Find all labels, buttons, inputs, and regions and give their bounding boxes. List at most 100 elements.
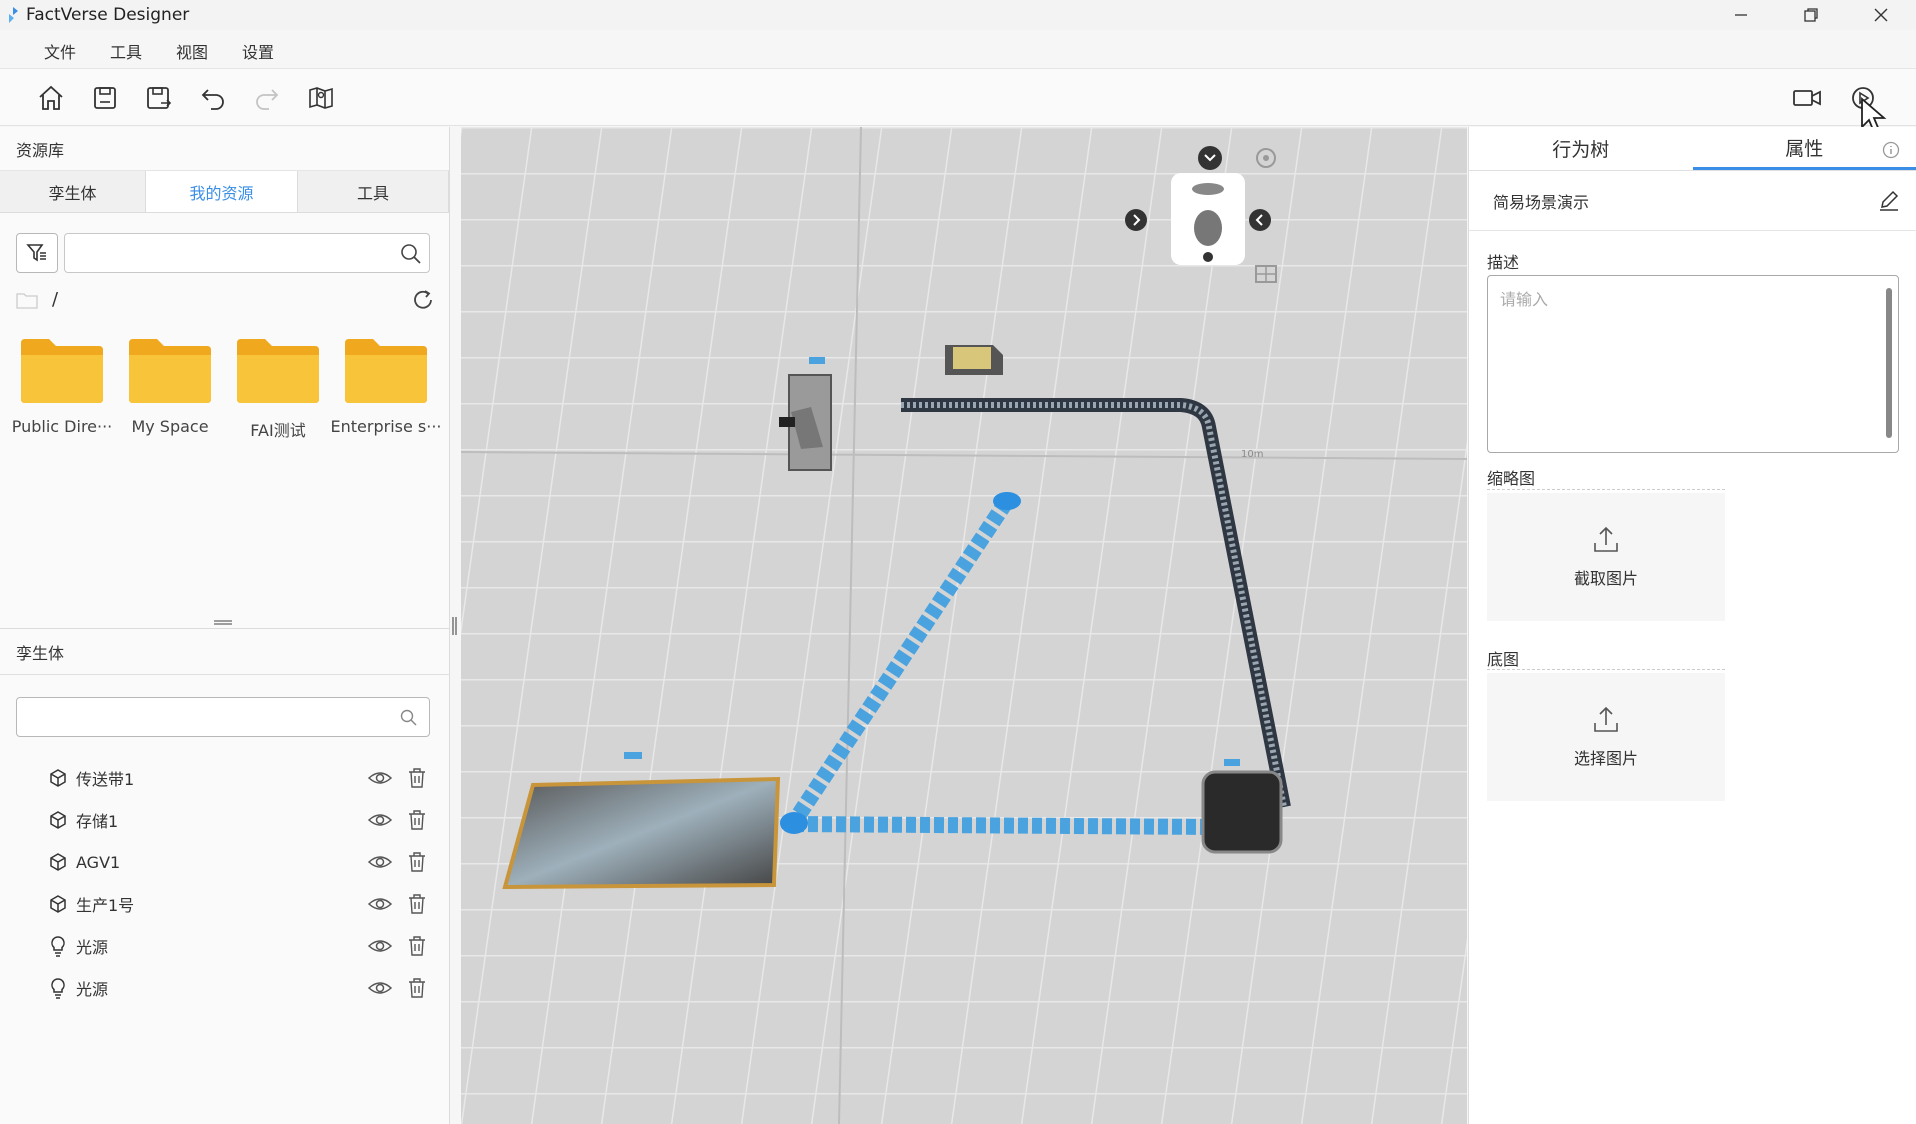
- minimize-button[interactable]: [1706, 0, 1776, 30]
- save-button[interactable]: [90, 83, 120, 113]
- drag-handle-icon: [452, 617, 457, 635]
- trash-icon[interactable]: [407, 851, 427, 873]
- refresh-icon[interactable]: [410, 287, 436, 313]
- thumbnail-label: 缩略图: [1487, 469, 1536, 488]
- eye-icon[interactable]: [368, 977, 392, 999]
- chevron-down-icon[interactable]: [1197, 145, 1223, 171]
- twin-label: 生产1号: [76, 896, 135, 915]
- twin-item[interactable]: 传送带1: [0, 757, 450, 799]
- trash-icon[interactable]: [407, 767, 427, 789]
- tab-tools[interactable]: 工具: [298, 171, 449, 212]
- close-button[interactable]: [1846, 0, 1916, 30]
- twin-item[interactable]: 光源: [0, 925, 450, 967]
- right-panel: 行为树 属性 简易场景演示 描述 请输入 缩略图 截取图片 底图 选择图片: [1468, 127, 1916, 1124]
- twin-item[interactable]: 存储1: [0, 799, 450, 841]
- menu-file[interactable]: 文件: [44, 39, 76, 63]
- minimize-icon: [1735, 14, 1747, 16]
- tab-twins[interactable]: 孪生体: [0, 171, 146, 212]
- eye-icon[interactable]: [368, 935, 392, 957]
- undo-button[interactable]: [198, 83, 228, 113]
- eye-icon[interactable]: [368, 893, 392, 915]
- menu-tools[interactable]: 工具: [110, 39, 142, 63]
- folder-icon: [345, 339, 427, 403]
- filter-button[interactable]: [16, 233, 58, 273]
- save-as-button[interactable]: [144, 83, 174, 113]
- folder-item[interactable]: Public Dire···: [8, 337, 116, 441]
- eye-icon[interactable]: [368, 809, 392, 831]
- folder-item[interactable]: My Space: [116, 337, 224, 441]
- folder-label: Enterprise s···: [330, 417, 442, 436]
- scene-name: 简易场景演示: [1493, 192, 1590, 212]
- trash-icon[interactable]: [407, 935, 427, 957]
- twin-item[interactable]: 光源: [0, 967, 450, 1009]
- home-button[interactable]: [36, 83, 66, 113]
- redo-button[interactable]: [252, 83, 282, 113]
- search-icon[interactable]: [399, 708, 419, 728]
- trash-icon[interactable]: [407, 893, 427, 915]
- twin-item[interactable]: 生产1号: [0, 883, 450, 925]
- description-textarea[interactable]: 请输入: [1487, 275, 1899, 453]
- tab-my-resources[interactable]: 我的资源: [146, 171, 298, 212]
- scene-viewport[interactable]: 10m: [461, 127, 1467, 1124]
- save-icon: [94, 87, 116, 109]
- search-icon[interactable]: [399, 242, 423, 266]
- storage-platform[interactable]: [502, 776, 781, 890]
- twin-item[interactable]: AGV1: [0, 841, 450, 883]
- focus-icon[interactable]: [1253, 145, 1279, 171]
- filter-icon: [26, 244, 46, 262]
- edit-icon[interactable]: [1878, 189, 1900, 211]
- upload-icon: [1594, 526, 1618, 552]
- eye-icon[interactable]: [368, 851, 392, 873]
- library-tabs: 孪生体 我的资源 工具: [0, 171, 449, 213]
- map-button[interactable]: [306, 83, 336, 113]
- folder-label: Public Dire···: [11, 417, 113, 436]
- scene-name-row: 简易场景演示: [1469, 171, 1916, 231]
- scrollbar[interactable]: [1886, 288, 1892, 438]
- menu-settings[interactable]: 设置: [242, 39, 274, 63]
- right-tabs: 行为树 属性: [1469, 127, 1916, 171]
- eye-icon[interactable]: [368, 767, 392, 789]
- cube-icon: [48, 852, 68, 872]
- panel-splitter[interactable]: [0, 617, 450, 629]
- info-icon[interactable]: [1882, 141, 1900, 159]
- viewport-splitter[interactable]: [451, 616, 459, 636]
- agv-vehicle[interactable]: [1201, 770, 1283, 854]
- resource-search-input[interactable]: [64, 233, 430, 273]
- trash-icon[interactable]: [407, 977, 427, 999]
- folder-icon: [129, 339, 211, 403]
- scene-canvas[interactable]: 10m: [461, 127, 1467, 1124]
- path-node[interactable]: [993, 492, 1021, 510]
- chevron-left-icon[interactable]: [1247, 207, 1273, 233]
- current-path: /: [52, 289, 59, 310]
- record-button[interactable]: [1792, 83, 1822, 113]
- head-camera-widget[interactable]: [1171, 173, 1245, 265]
- path-node[interactable]: [780, 812, 808, 834]
- folder-item[interactable]: Enterprise s···: [330, 337, 442, 441]
- title-bar: FactVerse Designer: [0, 0, 1916, 30]
- map-icon: [309, 87, 333, 109]
- description-placeholder: 请输入: [1500, 290, 1549, 309]
- twin-label: 光源: [76, 938, 109, 957]
- menu-bar: 文件 工具 视图 设置: [0, 34, 274, 68]
- undo-icon: [201, 89, 224, 110]
- restore-button[interactable]: [1776, 0, 1846, 30]
- twins-title: 孪生体: [0, 629, 450, 675]
- grid-toggle-icon[interactable]: [1253, 263, 1279, 285]
- redo-icon: [256, 89, 279, 110]
- trash-icon[interactable]: [407, 809, 427, 831]
- twin-search-input[interactable]: [16, 697, 430, 737]
- chevron-right-icon[interactable]: [1123, 207, 1149, 233]
- folder-icon: [237, 339, 319, 403]
- toolbar: [0, 68, 1916, 134]
- menu-view[interactable]: 视图: [176, 39, 208, 63]
- restore-icon: [1804, 8, 1818, 22]
- tab-properties[interactable]: 属性: [1692, 127, 1916, 170]
- upload-icon: [1594, 706, 1618, 732]
- basemap-label: 底图: [1487, 650, 1520, 669]
- capture-thumbnail-button[interactable]: 截取图片: [1487, 493, 1725, 621]
- tab-behavior-tree[interactable]: 行为树: [1469, 127, 1693, 170]
- cube-icon: [48, 894, 68, 914]
- select-basemap-button[interactable]: 选择图片: [1487, 673, 1725, 801]
- twin-label: 光源: [76, 980, 109, 999]
- folder-item[interactable]: FAI测试: [224, 337, 332, 441]
